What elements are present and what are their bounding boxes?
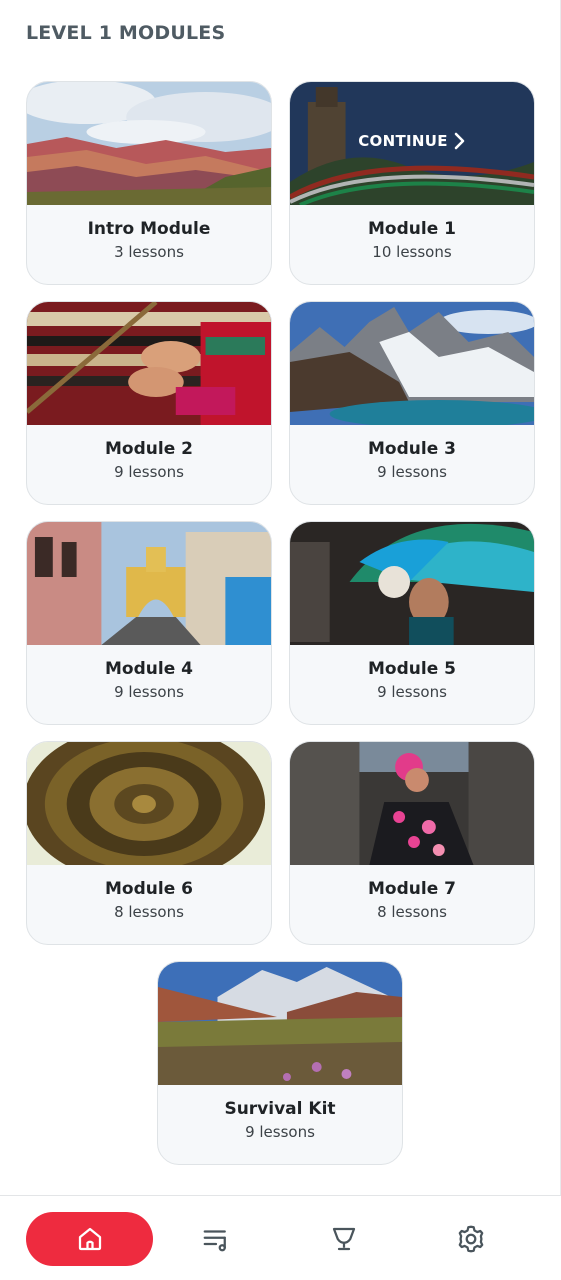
module-card-2[interactable]: Module 2 9 lessons bbox=[26, 301, 272, 505]
module-image-mountains bbox=[27, 82, 271, 205]
module-image-church-flags: CONTINUE bbox=[290, 82, 534, 205]
trophy-icon bbox=[329, 1224, 359, 1254]
module-lessons: 8 lessons bbox=[114, 903, 184, 921]
continue-button[interactable]: CONTINUE bbox=[290, 132, 534, 150]
module-card-6[interactable]: Module 6 8 lessons bbox=[26, 741, 272, 945]
module-image-weaving bbox=[27, 302, 271, 425]
module-title: Module 6 bbox=[105, 879, 193, 899]
section-title: LEVEL 1 MODULES bbox=[26, 22, 226, 44]
bottom-nav bbox=[0, 1195, 561, 1280]
nav-achievements-button[interactable] bbox=[314, 1212, 374, 1266]
module-lessons: 10 lessons bbox=[372, 243, 452, 261]
module-card-survival-kit[interactable]: Survival Kit 9 lessons bbox=[157, 961, 403, 1165]
home-icon bbox=[75, 1224, 105, 1254]
module-image-arch-street bbox=[27, 522, 271, 645]
module-card-intro[interactable]: Intro Module 3 lessons bbox=[26, 81, 272, 285]
module-lessons: 9 lessons bbox=[114, 683, 184, 701]
module-card-1[interactable]: CONTINUE Module 1 10 lessons bbox=[289, 81, 535, 285]
module-card-7[interactable]: Module 7 8 lessons bbox=[289, 741, 535, 945]
module-card-4[interactable]: Module 4 9 lessons bbox=[26, 521, 272, 725]
module-title: Module 4 bbox=[105, 659, 193, 679]
module-title: Survival Kit bbox=[224, 1099, 336, 1119]
module-card-5[interactable]: Module 5 9 lessons bbox=[289, 521, 535, 725]
continue-label: CONTINUE bbox=[358, 132, 448, 150]
module-image-aconcagua bbox=[158, 962, 402, 1085]
module-lessons: 8 lessons bbox=[377, 903, 447, 921]
module-lessons: 3 lessons bbox=[114, 243, 184, 261]
module-lessons: 9 lessons bbox=[245, 1123, 315, 1141]
module-title: Module 1 bbox=[368, 219, 456, 239]
nav-settings-button[interactable] bbox=[441, 1212, 501, 1266]
settings-icon bbox=[455, 1223, 487, 1255]
module-image-fitz-roy bbox=[290, 302, 534, 425]
module-title: Module 2 bbox=[105, 439, 193, 459]
module-image-aztec-calendar bbox=[27, 742, 271, 865]
module-title: Module 7 bbox=[368, 879, 456, 899]
chevron-right-icon bbox=[454, 132, 466, 150]
module-title: Intro Module bbox=[87, 219, 211, 239]
playlist-icon bbox=[200, 1224, 232, 1254]
nav-playlist-button[interactable] bbox=[186, 1212, 246, 1266]
nav-home-button[interactable] bbox=[26, 1212, 153, 1266]
module-title: Module 5 bbox=[368, 659, 456, 679]
module-card-3[interactable]: Module 3 9 lessons bbox=[289, 301, 535, 505]
module-image-quinceanera bbox=[290, 742, 534, 865]
module-lessons: 9 lessons bbox=[114, 463, 184, 481]
module-lessons: 9 lessons bbox=[377, 463, 447, 481]
module-lessons: 9 lessons bbox=[377, 683, 447, 701]
module-title: Module 3 bbox=[368, 439, 456, 459]
module-image-feather-headdress bbox=[290, 522, 534, 645]
